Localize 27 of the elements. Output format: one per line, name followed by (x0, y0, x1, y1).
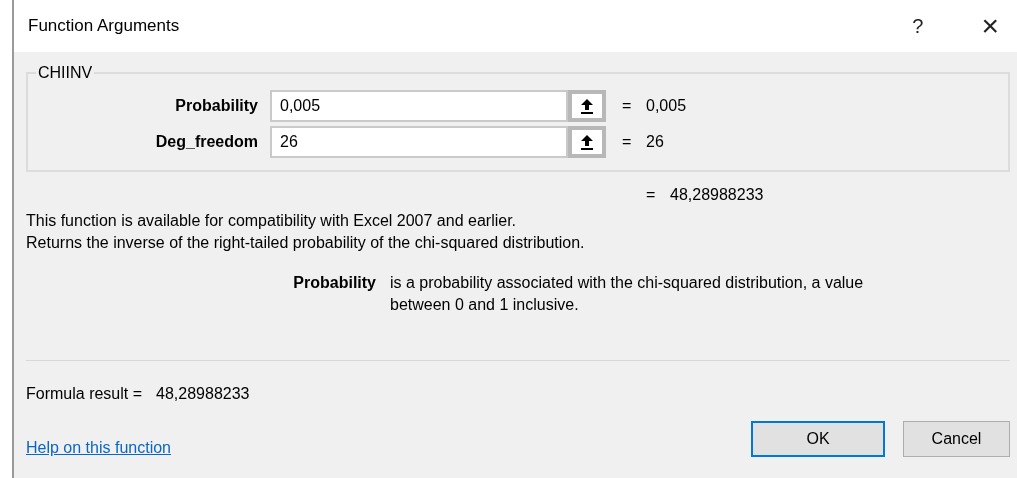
function-name: CHIINV (37, 64, 94, 82)
help-button[interactable]: ? (912, 14, 924, 38)
argument-label: Deg_freedom (154, 133, 259, 151)
upload-arrow-icon (580, 134, 594, 150)
description-text: Returns the inverse of the right-tailed probability of the chi-squared distribution. (26, 233, 586, 253)
close-button[interactable]: × (981, 9, 999, 43)
argument-result: 26 (646, 133, 664, 151)
function-result: 48,28988233 (670, 186, 764, 205)
help-link[interactable]: Help on this function (26, 439, 171, 457)
argument-field[interactable]: 26 (270, 126, 568, 158)
description-text: This function is available for compatibility with Excel 2007 and earlier. (26, 211, 518, 231)
argument-result: 0,005 (646, 97, 687, 115)
cancel-button[interactable]: Cancel (903, 421, 1010, 457)
ok-button[interactable]: OK (751, 421, 885, 457)
argument-label: Probability (174, 97, 259, 115)
equals-sign: = (646, 186, 657, 205)
formula-result-label: Formula result = (26, 385, 143, 403)
equals-sign: = (622, 97, 633, 115)
argument-description: is a probability associated with the chi-squared distribution, a value between 0 and 1 inclusive. (390, 273, 865, 315)
collapse-button[interactable] (568, 126, 606, 158)
window-title: Function Arguments (28, 16, 181, 36)
equals-sign: = (622, 133, 633, 151)
argument-name: Probability (292, 273, 377, 293)
upload-arrow-icon (580, 98, 594, 114)
collapse-button[interactable] (568, 90, 606, 122)
argument-field[interactable]: 0,005 (270, 90, 568, 122)
formula-result-value: 48,28988233 (156, 385, 250, 403)
